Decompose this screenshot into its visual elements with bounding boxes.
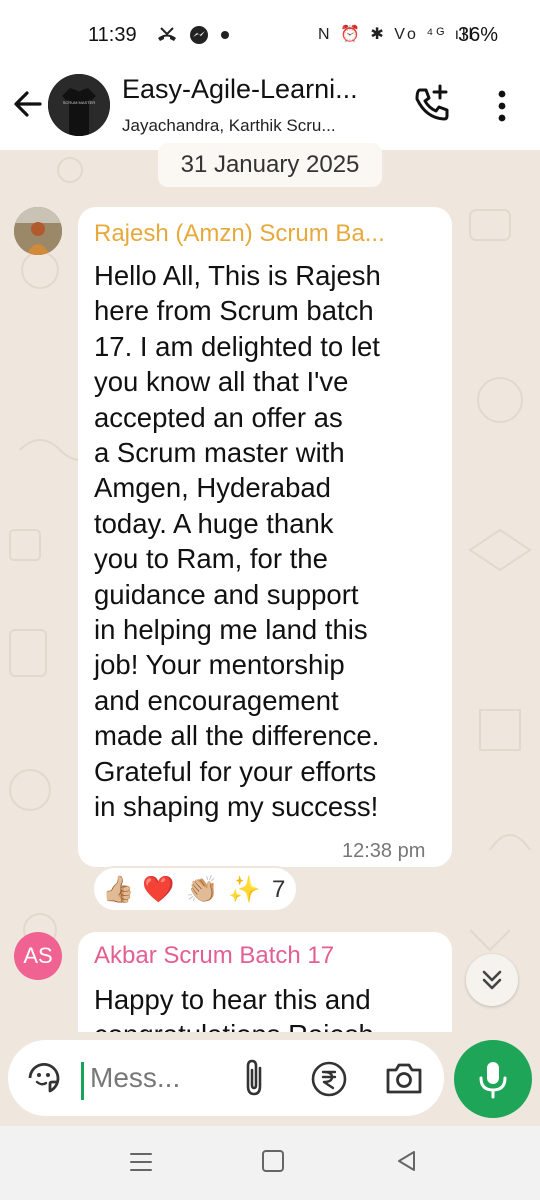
thumbs-up-icon: 👍🏼 bbox=[102, 874, 135, 904]
message-line: and encouragement bbox=[94, 684, 339, 716]
message-line: 17. I am delighted to let bbox=[94, 330, 380, 362]
chat-header: SCRUM MASTER Easy-Agile-Learni... Jayach… bbox=[0, 72, 540, 150]
missed-call-icon bbox=[158, 27, 176, 42]
sender-avatar[interactable] bbox=[14, 207, 62, 255]
system-back-button[interactable] bbox=[394, 1148, 420, 1174]
system-navigation-bar bbox=[0, 1126, 540, 1200]
avatar-text: SCRUM MASTER bbox=[63, 100, 96, 105]
status-bar: 11:39 N ⏰ ✱ Vo ⁴ᴳ ıll 36% bbox=[0, 0, 540, 72]
tshirt-icon: SCRUM MASTER bbox=[48, 74, 110, 136]
message-line: job! Your mentorship bbox=[94, 649, 345, 681]
message-line: made all the difference. bbox=[94, 720, 380, 752]
message-reactions[interactable]: 👍🏼 ❤️ 👏🏼 ✨ 7 bbox=[92, 866, 298, 912]
triangle-back-icon bbox=[398, 1151, 415, 1171]
scroll-to-bottom-button[interactable] bbox=[466, 954, 518, 1006]
sender-avatar-initials[interactable]: AS bbox=[14, 932, 62, 980]
sparkles-icon: ✨ bbox=[228, 874, 261, 904]
message-line: in shaping my success! bbox=[94, 791, 379, 823]
add-call-button[interactable] bbox=[410, 82, 454, 126]
message-line: you know all that I've bbox=[94, 366, 349, 398]
message-timestamp: 12:38 pm bbox=[342, 840, 426, 862]
message-text: Hello All, This is Rajesh here from Scru… bbox=[94, 258, 444, 825]
message-line: Happy to hear this and bbox=[94, 984, 371, 1015]
dot-icon bbox=[221, 31, 230, 40]
camera-icon bbox=[386, 1063, 422, 1094]
message-line: Amgen, Hyderabad bbox=[94, 472, 331, 504]
composer-bar bbox=[0, 1032, 540, 1126]
rupee-icon bbox=[311, 1061, 347, 1097]
profile-photo-icon bbox=[14, 207, 62, 255]
status-system-icons: N ⏰ ✱ Vo ⁴ᴳ ıll bbox=[318, 26, 476, 43]
date-chip: 31 January 2025 bbox=[158, 143, 382, 187]
group-members[interactable]: Jayachandra, Karthik Scru... bbox=[122, 116, 336, 136]
message-line: today. A huge thank bbox=[94, 507, 334, 539]
message-line: you to Ram, for the bbox=[94, 543, 328, 575]
message-line: here from Scrum batch bbox=[94, 295, 374, 327]
group-avatar[interactable]: SCRUM MASTER bbox=[48, 74, 110, 136]
clapping-hands-icon: 👏🏼 bbox=[186, 874, 219, 904]
voice-message-button[interactable] bbox=[454, 1040, 532, 1118]
heart-icon: ❤️ bbox=[142, 874, 175, 904]
message-line: Grateful for your efforts bbox=[94, 755, 377, 787]
messenger-icon bbox=[190, 26, 209, 45]
message-input[interactable] bbox=[90, 1060, 210, 1096]
more-options-button[interactable] bbox=[486, 86, 518, 126]
message-line: a Scrum master with bbox=[94, 437, 345, 469]
message-line: guidance and support bbox=[94, 578, 359, 610]
sticker-button[interactable] bbox=[26, 1060, 62, 1096]
back-button[interactable] bbox=[10, 84, 46, 124]
message-line: accepted an offer as bbox=[94, 401, 343, 433]
message-line: Hello All, This is Rajesh bbox=[94, 260, 381, 291]
battery-level: 36% bbox=[458, 24, 499, 46]
microphone-icon bbox=[479, 1062, 507, 1099]
message-sender-name[interactable]: Akbar Scrum Batch 17 bbox=[94, 942, 334, 970]
status-notification-icons bbox=[156, 24, 230, 45]
double-chevron-down-icon bbox=[482, 970, 502, 990]
camera-button[interactable] bbox=[382, 1058, 426, 1098]
attach-button[interactable] bbox=[236, 1058, 272, 1098]
message-composer bbox=[8, 1040, 444, 1116]
message-sender-name[interactable]: Rajesh (Amzn) Scrum Ba... bbox=[94, 220, 385, 248]
paperclip-icon bbox=[246, 1059, 262, 1096]
group-title[interactable]: Easy-Agile-Learni... bbox=[122, 74, 358, 105]
arrow-left-icon bbox=[14, 91, 42, 117]
home-button[interactable] bbox=[262, 1150, 284, 1172]
recent-apps-button[interactable] bbox=[128, 1150, 154, 1174]
menu-lines-icon bbox=[130, 1153, 152, 1171]
text-cursor bbox=[81, 1062, 84, 1100]
payment-button[interactable] bbox=[310, 1060, 348, 1098]
message-line: in helping me land this bbox=[94, 614, 368, 646]
reaction-count: 7 bbox=[272, 876, 286, 903]
phone-add-icon bbox=[415, 84, 449, 121]
sticker-smiley-icon bbox=[28, 1062, 60, 1093]
status-time: 11:39 bbox=[88, 24, 137, 46]
vertical-dots-icon bbox=[498, 90, 506, 122]
